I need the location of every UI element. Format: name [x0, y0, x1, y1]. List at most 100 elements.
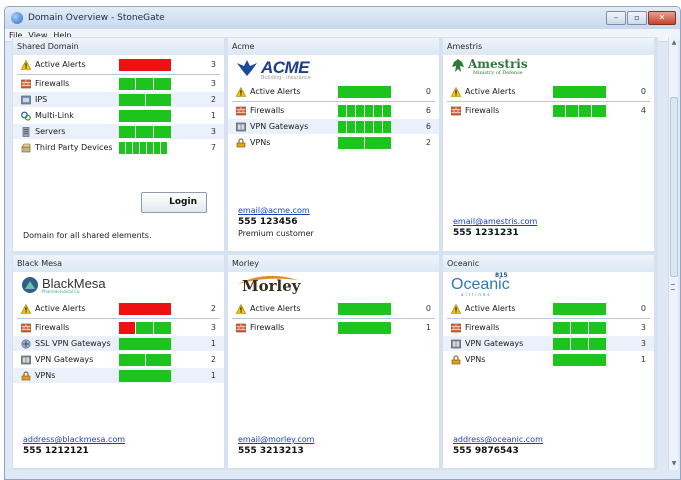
ok-segment [553, 105, 565, 117]
vertical-scrollbar[interactable]: ▲ ▼ [668, 37, 678, 470]
status-bar [338, 105, 391, 117]
row-label: Active Alerts [250, 87, 301, 96]
row-vpns[interactable]: VPNs 1 [443, 352, 654, 367]
row-count: 1 [210, 111, 216, 120]
black-mesa-emblem-icon [22, 277, 38, 293]
status-bar [119, 338, 171, 350]
row-active-alerts[interactable]: Active Alerts 3 [13, 57, 224, 72]
row-firewalls[interactable]: Firewalls 1 [228, 320, 439, 335]
scroll-up-arrow-icon[interactable]: ▲ [670, 39, 678, 47]
ok-segment [136, 126, 153, 138]
row-label: Firewalls [35, 79, 70, 88]
row-ips[interactable]: IPS 2 [13, 92, 224, 107]
app-icon [11, 12, 23, 24]
ok-segment [571, 338, 588, 350]
server-icon [22, 127, 30, 137]
ok-segment [136, 322, 153, 334]
row-count: 4 [640, 106, 646, 115]
row-count: 0 [640, 304, 646, 313]
contact-email-link[interactable]: address@blackmesa.com [23, 435, 125, 444]
black-mesa-logo-text: BlackMesa [42, 275, 106, 291]
ok-segment [136, 78, 153, 90]
warning-icon [21, 304, 31, 314]
ok-segment [553, 303, 606, 315]
vpn-gateway-icon [236, 122, 246, 132]
ok-segment [571, 322, 588, 334]
panel-amestris[interactable]: Amestris Amestris Ministry of Defense Ac… [443, 38, 654, 251]
status-bar [119, 354, 171, 366]
panel-title: Black Mesa [13, 255, 224, 272]
row-firewalls[interactable]: Firewalls 4 [443, 103, 654, 118]
row-firewalls[interactable]: Firewalls 6 [228, 103, 439, 118]
ips-icon [21, 95, 31, 105]
row-vpns[interactable]: VPNs 2 [228, 135, 439, 150]
scroll-thumb[interactable] [670, 97, 678, 277]
row-active-alerts[interactable]: Active Alerts 2 [13, 301, 224, 316]
maximize-button[interactable]: ▫ [627, 11, 647, 25]
contact-phone: 555 1212121 [23, 446, 89, 456]
row-firewalls[interactable]: Firewalls 3 [13, 320, 224, 335]
row-multi-link[interactable]: Multi-Link 1 [13, 108, 224, 123]
contact-email-link[interactable]: address@oceanic.com [453, 435, 543, 444]
login-button[interactable]: Login [141, 192, 207, 213]
close-button[interactable]: ✕ [648, 11, 676, 25]
ok-segment [126, 142, 132, 154]
status-bar [119, 370, 171, 382]
status-bar [553, 303, 606, 315]
ok-segment [133, 142, 139, 154]
domain-description: Domain for all shared elements. [23, 231, 152, 240]
divider [447, 318, 650, 319]
contact-phone: 555 123456 [238, 217, 298, 227]
ok-segment [154, 142, 160, 154]
minimize-button[interactable]: – [606, 11, 626, 25]
ok-segment [356, 105, 364, 117]
row-count: 1 [640, 355, 646, 364]
row-count: 2 [210, 355, 216, 364]
morley-logo: Morley [228, 272, 439, 298]
ok-segment [383, 121, 391, 133]
row-vpn-gateways[interactable]: VPN Gateways 3 [443, 336, 654, 351]
contact-email-link[interactable]: email@morley.com [238, 435, 314, 444]
panel-shared-domain[interactable]: Shared Domain Active Alerts 3 Firewalls … [13, 38, 224, 251]
row-count: 0 [425, 87, 431, 96]
black-mesa-logo: BlackMesa Pharmaceutical Co. [13, 272, 224, 298]
row-count: 3 [210, 127, 216, 136]
row-third-party-devices[interactable]: Third Party Devices 7 [13, 140, 224, 155]
row-vpn-gateways[interactable]: VPN Gateways 2 [13, 352, 224, 367]
ok-segment [338, 322, 391, 334]
row-label: VPN Gateways [35, 355, 94, 364]
ok-segment [374, 105, 382, 117]
row-active-alerts[interactable]: Active Alerts 0 [228, 301, 439, 316]
status-bar [553, 354, 606, 366]
row-active-alerts[interactable]: Active Alerts 0 [443, 301, 654, 316]
vpn-gateway-icon [451, 339, 461, 349]
panel-oceanic[interactable]: Oceanic Oceanic 815 airlines Active Aler… [443, 255, 654, 468]
contact-email-link[interactable]: email@amestris.com [453, 217, 537, 226]
row-active-alerts[interactable]: Active Alerts 0 [228, 84, 439, 99]
morley-logo-text: Morley [242, 277, 301, 295]
row-vpns[interactable]: VPNs 1 [13, 368, 224, 383]
panel-title: Morley [228, 255, 439, 272]
panel-black-mesa[interactable]: Black Mesa BlackMesa Pharmaceutical Co. … [13, 255, 224, 468]
contact-email-link[interactable]: email@acme.com [238, 206, 310, 215]
row-ssl-vpn-gateways[interactable]: SSL VPN Gateways 1 [13, 336, 224, 351]
firewall-icon [451, 106, 461, 116]
scroll-down-arrow-icon[interactable]: ▼ [670, 460, 678, 468]
title-bar[interactable]: Domain Overview - StoneGate – ▫ ✕ [5, 7, 680, 29]
status-bar [119, 110, 171, 122]
panel-acme[interactable]: Acme ACME Building · Insurance Active Al… [228, 38, 439, 251]
status-bar [553, 105, 606, 117]
panel-morley[interactable]: Morley Morley Active Alerts 0 Firewalls … [228, 255, 439, 468]
oceanic-logo: Oceanic 815 airlines [443, 272, 654, 298]
vpn-gateway-icon [21, 355, 31, 365]
status-bar [553, 86, 606, 98]
row-active-alerts[interactable]: Active Alerts 0 [443, 84, 654, 99]
row-firewalls[interactable]: Firewalls 3 [443, 320, 654, 335]
oceanic-logo-tagline: airlines [461, 292, 492, 297]
row-count: 3 [210, 323, 216, 332]
row-servers[interactable]: Servers 3 [13, 124, 224, 139]
row-firewalls[interactable]: Firewalls 3 [13, 76, 224, 91]
ok-segment [146, 354, 171, 366]
row-count: 6 [425, 106, 431, 115]
row-vpn-gateways[interactable]: VPN Gateways 6 [228, 119, 439, 134]
